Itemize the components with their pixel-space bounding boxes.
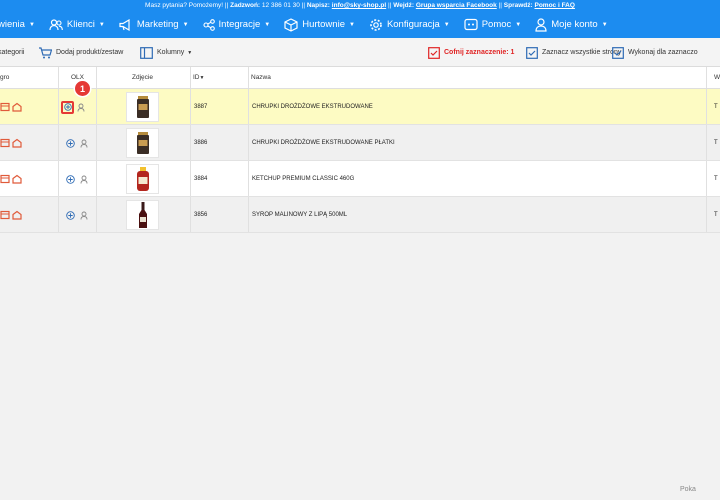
allegro-listing-icon[interactable]: [0, 102, 10, 112]
user-search-icon[interactable]: [80, 211, 89, 220]
chevron-down-icon: ▼: [182, 21, 189, 28]
product-jar-image: [136, 132, 149, 154]
pagination-info: Poka: [680, 486, 696, 493]
cart-icon: [39, 46, 52, 58]
nav-wholesale[interactable]: Hurtownie ▼: [284, 17, 355, 32]
product-thumbnail[interactable]: [126, 92, 159, 122]
product-thumbnail[interactable]: [126, 128, 159, 158]
table-row[interactable]: 1 3887 CHRUPKI DROŻDŻOWE EKSTRUDOWANE T: [0, 81, 720, 125]
main-nav: wienia ▼ Klienci ▼ Marketing ▼ Integracje ▼ …: [0, 11, 720, 38]
product-bottle-image: [138, 202, 147, 228]
chevron-down-icon: ▼: [601, 21, 608, 28]
allegro-shop-icon[interactable]: [12, 174, 22, 184]
nav-help[interactable]: Pomoc ▼: [464, 18, 522, 31]
allegro-listing-icon[interactable]: [0, 210, 10, 220]
action-toolbar: kategorii Dodaj produkt/zestaw Kolumny ▼ …: [0, 38, 720, 67]
help-icon: [464, 18, 478, 31]
product-name[interactable]: CHRUPKI DROŻDŻOWE EKSTRUDOWANE PŁATKI: [252, 125, 395, 161]
undo-selection-button[interactable]: Cofnij zaznaczenie: 1: [428, 38, 514, 67]
user-search-icon[interactable]: [77, 103, 86, 112]
products-table: gro OLX Zdjęcie ID▼ Nazwa W 1 3887 CHRUP…: [0, 67, 720, 233]
plus-circle-icon[interactable]: [66, 138, 75, 148]
add-product-button[interactable]: Dodaj produkt/zestaw: [38, 38, 123, 67]
sort-desc-icon: ▼: [199, 75, 205, 81]
column-photo[interactable]: Zdjęcie: [132, 74, 153, 81]
product-name[interactable]: CHRUPKI DROŻDŻOWE EKSTRUDOWANE: [252, 89, 373, 125]
allegro-shop-icon[interactable]: [12, 210, 22, 220]
chevron-down-icon: ▼: [28, 21, 35, 28]
table-header: gro OLX Zdjęcie ID▼ Nazwa W: [0, 67, 720, 89]
allegro-shop-icon[interactable]: [12, 138, 22, 148]
email-link[interactable]: info@sky-shop.pl: [332, 2, 386, 9]
gear-icon: [370, 18, 382, 31]
chevron-down-icon: ▼: [187, 49, 193, 56]
chevron-down-icon: ▼: [515, 21, 522, 28]
product-jar-image: [136, 96, 149, 118]
categories-button[interactable]: kategorii: [0, 38, 24, 67]
checkbox-icon: [612, 46, 624, 59]
info-bar: Masz pytania? Pomożemy! || Zadzwoń: 12 3…: [0, 0, 720, 11]
nav-marketing[interactable]: Marketing ▼: [119, 18, 189, 31]
allegro-shop-icon[interactable]: [12, 102, 22, 112]
allegro-listing-icon[interactable]: [0, 138, 10, 148]
column-id[interactable]: ID▼: [193, 74, 204, 81]
execute-for-selected-button[interactable]: Wykonaj dla zaznaczo: [612, 38, 698, 67]
phone-number[interactable]: 12 386 01 30: [262, 2, 300, 9]
facebook-group-link[interactable]: Grupa wsparcia Facebook: [416, 2, 497, 9]
column-olx[interactable]: OLX: [71, 74, 84, 81]
checkbox-icon: [526, 46, 538, 59]
user-search-icon[interactable]: [80, 139, 89, 148]
select-all-pages-button[interactable]: Zaznacz wszystkie strony: [526, 38, 621, 67]
table-row[interactable]: 3886 CHRUPKI DROŻDŻOWE EKSTRUDOWANE PŁAT…: [0, 125, 720, 161]
undo-select-icon: [428, 46, 440, 59]
chevron-down-icon: ▼: [98, 21, 105, 28]
column-extra[interactable]: W: [714, 74, 720, 81]
product-id: 3886: [194, 140, 208, 146]
product-thumbnail[interactable]: [126, 164, 159, 194]
table-row[interactable]: 3856 SYROP MALINOWY Z LIPĄ 500ML T: [0, 197, 720, 233]
step-callout-badge: 1: [75, 81, 90, 96]
nav-my-account[interactable]: Moje konto ▼: [535, 17, 608, 32]
info-text: Masz pytania? Pomożemy!: [145, 2, 224, 9]
plus-circle-icon[interactable]: [66, 174, 75, 184]
product-ketchup-image: [136, 167, 149, 191]
product-name[interactable]: KETCHUP PREMIUM CLASSIC 460G: [252, 161, 354, 197]
product-id: 3887: [194, 104, 208, 110]
box-icon: [284, 17, 298, 32]
user-search-icon[interactable]: [80, 175, 89, 184]
column-name[interactable]: Nazwa: [251, 74, 271, 81]
megaphone-icon: [119, 18, 130, 31]
table-row[interactable]: 3884 KETCHUP PREMIUM CLASSIC 460G T: [0, 161, 720, 197]
share-icon: [202, 18, 215, 31]
users-icon: [49, 18, 63, 30]
columns-dropdown[interactable]: Kolumny ▼: [140, 38, 192, 67]
chevron-down-icon: ▼: [443, 21, 450, 28]
nav-integrations[interactable]: Integracje ▼: [202, 18, 271, 31]
chevron-down-icon: ▼: [264, 21, 271, 28]
product-thumbnail[interactable]: [126, 200, 159, 230]
allegro-listing-icon[interactable]: [0, 174, 10, 184]
columns-icon: [140, 46, 153, 59]
column-allegro[interactable]: gro: [0, 74, 9, 81]
account-icon: [535, 17, 547, 32]
product-id: 3884: [194, 176, 208, 182]
plus-circle-icon[interactable]: [66, 210, 75, 220]
olx-add-button[interactable]: [61, 100, 74, 114]
plus-circle-icon: [63, 103, 72, 111]
product-id: 3856: [194, 212, 208, 218]
product-name[interactable]: SYROP MALINOWY Z LIPĄ 500ML: [252, 197, 347, 233]
help-faq-link[interactable]: Pomoc i FAQ: [534, 2, 574, 9]
nav-orders[interactable]: wienia ▼: [0, 19, 35, 30]
chevron-down-icon: ▼: [348, 21, 355, 28]
nav-clients[interactable]: Klienci ▼: [49, 18, 105, 31]
nav-configuration[interactable]: Konfiguracja ▼: [369, 18, 450, 32]
